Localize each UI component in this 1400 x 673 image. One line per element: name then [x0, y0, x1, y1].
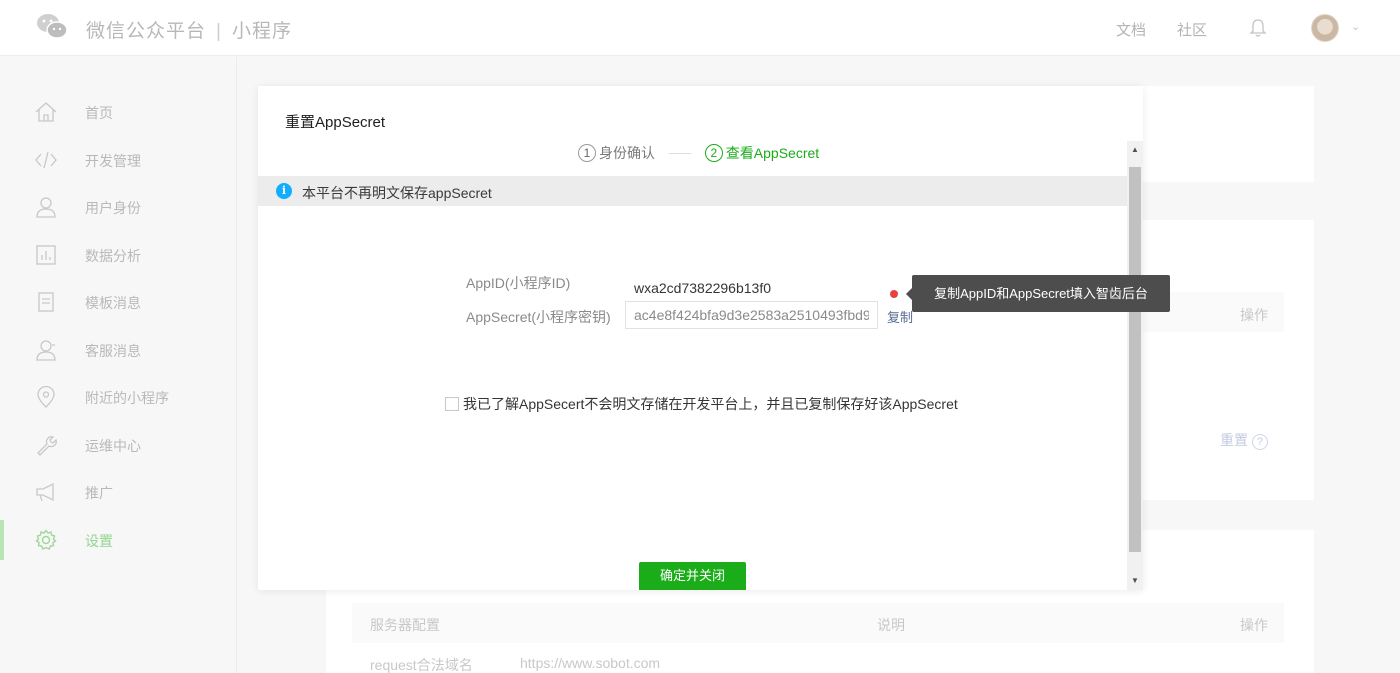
- description-col: 说明: [877, 617, 905, 633]
- sidebar-item-label: 用户身份: [85, 200, 141, 216]
- server-config-header: [352, 603, 1284, 643]
- scroll-up-icon[interactable]: ▲: [1127, 141, 1143, 159]
- dialog-body: i 本平台不再明文保存appSecret AppID(小程序ID) wxa2cd…: [258, 176, 1127, 590]
- brand-title[interactable]: 微信公众平台 | 小程序: [86, 16, 292, 43]
- appsecret-field[interactable]: [625, 301, 878, 329]
- bell-icon[interactable]: [1249, 18, 1267, 38]
- dialog-title: 重置AppSecret: [285, 114, 386, 131]
- sidebar-item-label: 数据分析: [85, 248, 141, 264]
- chevron-down-icon[interactable]: ⌄: [1351, 20, 1360, 33]
- brand-sub: 小程序: [231, 21, 292, 42]
- confirm-close-button[interactable]: 确定并关闭: [639, 562, 746, 590]
- reset-appsecret-dialog: 重置AppSecret 1 身份确认 2 查看AppSecret i 本平台不再…: [258, 86, 1143, 590]
- copy-hint-tooltip: 复制AppID和AppSecret填入智齿后台: [906, 275, 1170, 312]
- sidebar-item-analytics[interactable]: 数据分析: [0, 235, 237, 275]
- acknowledge-checkbox[interactable]: [445, 397, 459, 411]
- brand-separator: |: [216, 21, 222, 42]
- operation-col: 操作: [1240, 617, 1268, 633]
- sidebar-item-template-msg[interactable]: 模板消息: [0, 282, 237, 322]
- avatar[interactable]: [1311, 14, 1339, 42]
- sidebar-item-user-identity[interactable]: 用户身份: [0, 187, 237, 227]
- help-icon: ?: [1251, 434, 1268, 450]
- sidebar-item-promotion[interactable]: 推广: [0, 472, 237, 512]
- location-icon: [37, 386, 55, 408]
- sidebar-item-label: 推广: [85, 485, 113, 501]
- background-op-header: 操作: [1240, 307, 1268, 323]
- sidebar: 首页 开发管理 用户身份 数据分析 模板消息 客服消息 附近的小程序 运维中心 …: [0, 57, 237, 673]
- sidebar-item-label: 运维中心: [85, 438, 141, 454]
- dialog-scrollbar[interactable]: ▲ ▼: [1127, 141, 1143, 590]
- info-icon: i: [276, 183, 292, 199]
- notice-text: 本平台不再明文保存appSecret: [302, 185, 492, 201]
- background-reset-link[interactable]: 重置 ?: [1220, 430, 1268, 450]
- brand-main: 微信公众平台: [86, 21, 207, 42]
- appsecret-label: AppSecret(小程序密钥): [466, 309, 611, 325]
- scrollbar-thumb[interactable]: [1129, 167, 1141, 552]
- sidebar-item-home[interactable]: 首页: [0, 92, 237, 132]
- user-icon: [36, 197, 56, 218]
- copy-button[interactable]: 复制: [887, 307, 913, 326]
- chart-icon: [36, 245, 56, 265]
- sidebar-item-label: 开发管理: [85, 153, 141, 169]
- code-icon: [35, 151, 57, 169]
- sidebar-item-ops[interactable]: 运维中心: [0, 425, 237, 465]
- sidebar-item-customer-msg[interactable]: 客服消息: [0, 330, 237, 370]
- sidebar-item-label: 设置: [85, 533, 113, 549]
- scroll-down-icon[interactable]: ▼: [1127, 572, 1143, 590]
- customer-service-icon: [36, 340, 56, 361]
- appid-value[interactable]: wxa2cd7382296b13f0: [634, 280, 771, 296]
- reset-link-label: 重置: [1220, 432, 1248, 448]
- top-bar: 微信公众平台 | 小程序 文档 社区 ⌄: [0, 0, 1400, 56]
- community-link[interactable]: 社区: [1177, 19, 1207, 40]
- server-config-col: 服务器配置: [370, 617, 440, 633]
- step-indicator: 1 身份确认 2 查看AppSecret: [578, 143, 819, 163]
- wechat-logo-icon[interactable]: [36, 12, 68, 40]
- sidebar-item-nearby[interactable]: 附近的小程序: [0, 377, 237, 417]
- document-icon: [38, 292, 54, 312]
- docs-link[interactable]: 文档: [1116, 19, 1146, 40]
- step-label: 身份确认: [599, 145, 655, 161]
- acknowledge-checkbox-row[interactable]: 我已了解AppSecert不会明文存储在开发平台上，并且已复制保存好该AppSe…: [445, 395, 958, 413]
- sidebar-item-label: 首页: [85, 105, 113, 121]
- acknowledge-label[interactable]: 我已了解AppSecert不会明文存储在开发平台上，并且已复制保存好该AppSe…: [463, 394, 958, 414]
- sidebar-item-label: 客服消息: [85, 343, 141, 359]
- step-view-secret: 2 查看AppSecret: [704, 143, 820, 163]
- domain-value: https://www.sobot.com: [520, 655, 661, 671]
- home-icon: [35, 102, 57, 122]
- sidebar-item-dev[interactable]: 开发管理: [0, 140, 237, 180]
- step-label: 查看AppSecret: [725, 145, 820, 161]
- sidebar-item-settings[interactable]: 设置: [0, 520, 237, 560]
- red-dot-indicator: [890, 290, 898, 298]
- megaphone-icon: [36, 482, 54, 502]
- info-notice: i 本平台不再明文保存appSecret: [258, 176, 1127, 206]
- step-number: 2: [704, 144, 723, 162]
- appid-label: AppID(小程序ID): [466, 275, 571, 291]
- wrench-icon: [37, 436, 57, 456]
- sidebar-item-label: 附近的小程序: [85, 390, 169, 406]
- step-identity: 1 身份确认: [578, 143, 655, 163]
- sidebar-item-label: 模板消息: [85, 295, 141, 311]
- step-divider: [668, 152, 691, 154]
- gear-icon: [35, 529, 57, 550]
- step-number: 1: [578, 144, 596, 162]
- domain-label: request合法域名: [370, 657, 473, 673]
